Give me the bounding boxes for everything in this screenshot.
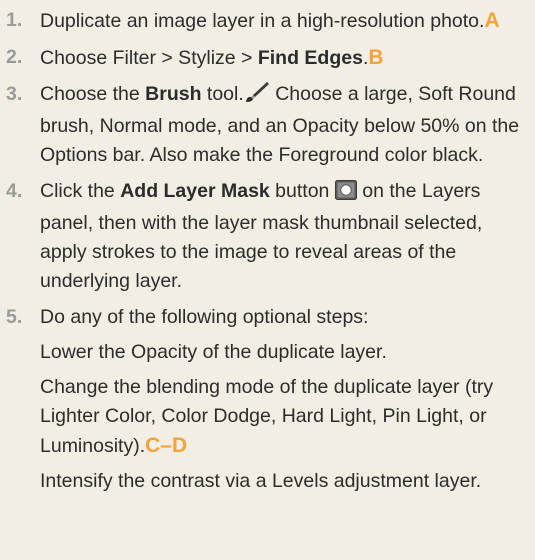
callout-letter: B (368, 46, 384, 69)
step-text: Do any of the following optional steps: (40, 306, 369, 328)
step-4: 4. Click the Add Layer Mask button on th… (0, 177, 535, 296)
step-3: 3. Choose the Brush tool. Choose a large… (0, 80, 535, 170)
optional-step: Intensify the contrast via a Levels adju… (40, 470, 482, 492)
optional-step: Lower the Opacity of the duplicate layer… (40, 341, 387, 363)
step-text: button (269, 180, 335, 202)
tool-name: Brush (145, 83, 202, 105)
step-text: Click the (40, 180, 121, 202)
step-1: 1. Duplicate an image layer in a high-re… (0, 6, 535, 36)
menu-command: Find Edges (257, 47, 363, 69)
step-number: 5. (6, 306, 23, 328)
step-text: Change the blending mode of the duplicat… (40, 376, 494, 457)
step-5: 5. Do any of the following optional step… (0, 303, 535, 496)
step-text: Choose Filter > Stylize > (40, 47, 258, 69)
step-2: 2. Choose Filter > Stylize > Find Edges.… (0, 43, 535, 73)
step-text: tool. (201, 83, 244, 105)
button-name: Add Layer Mask (120, 180, 270, 202)
step-number: 4. (6, 180, 23, 202)
layer-mask-icon (334, 180, 357, 209)
optional-step: Change the blending mode of the duplicat… (40, 373, 525, 461)
instruction-steps: 1. Duplicate an image layer in a high-re… (0, 0, 535, 496)
step-number: 2. (6, 46, 23, 68)
callout-letter: C–D (145, 434, 188, 457)
step-number: 3. (6, 83, 23, 105)
step-text: Duplicate an image layer in a high-resol… (40, 10, 485, 32)
callout-letter: A (484, 9, 500, 32)
brush-icon (244, 81, 270, 112)
step-number: 1. (6, 9, 23, 31)
step-text: Choose the (40, 83, 146, 105)
